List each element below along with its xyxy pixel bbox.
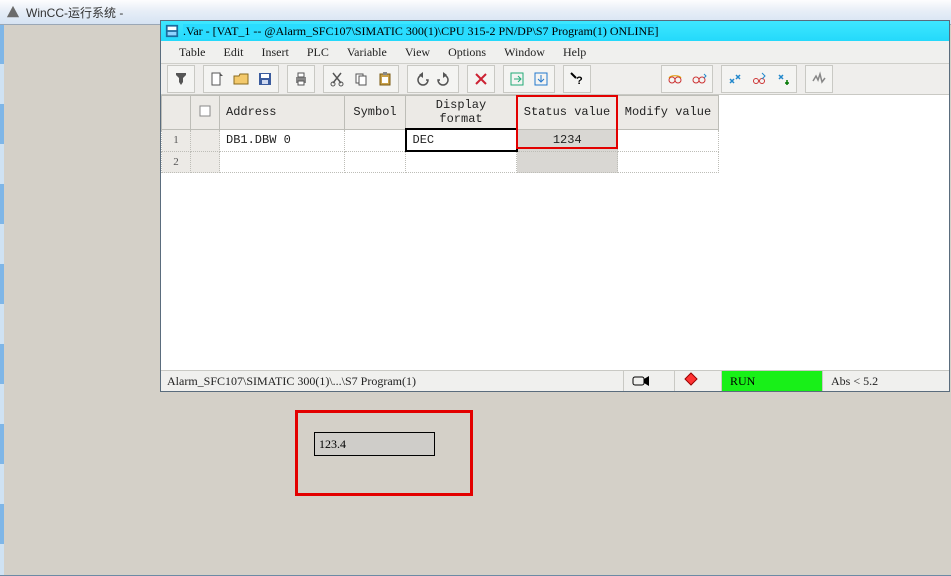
cell-modify-value[interactable] (618, 129, 719, 151)
header-symbol[interactable]: Symbol (345, 96, 406, 130)
header-status-value[interactable]: Status value (517, 96, 618, 130)
var-app-icon (165, 24, 179, 38)
variable-table-area: Address Symbol Display format Status val… (161, 95, 949, 173)
delete-icon[interactable] (469, 67, 493, 91)
wincc-title-text: WinCC-运行系统 - (26, 4, 123, 21)
menu-variable[interactable]: Variable (339, 43, 395, 62)
statusbar-run: RUN (721, 371, 822, 391)
activate-modify-icon[interactable] (771, 67, 795, 91)
header-display-format[interactable]: Display format (406, 96, 517, 130)
statusbar-path: Alarm_SFC107\SIMATIC 300(1)\...\S7 Progr… (161, 374, 416, 389)
var-window: .Var - [VAT_1 -- @Alarm_SFC107\SIMATIC 3… (160, 20, 950, 392)
header-address[interactable]: Address (220, 96, 345, 130)
row-marker (191, 151, 220, 173)
toolbar: ? (161, 64, 949, 95)
save-icon[interactable] (253, 67, 277, 91)
table-row[interactable]: 1 DB1.DBW 0 DEC 1234 (162, 129, 719, 151)
redo-icon[interactable] (433, 67, 457, 91)
row-marker (191, 129, 220, 151)
cell-address[interactable] (220, 151, 345, 173)
menu-help[interactable]: Help (555, 43, 594, 62)
marker-column (191, 96, 220, 130)
wincc-app-icon (6, 5, 20, 19)
variable-table[interactable]: Address Symbol Display format Status val… (161, 95, 719, 173)
statusbar-force-icon (674, 371, 721, 391)
header-modify-value[interactable]: Modify value (618, 96, 719, 130)
pin-icon[interactable] (169, 67, 193, 91)
statusbar: Alarm_SFC107\SIMATIC 300(1)\...\S7 Progr… (161, 370, 949, 391)
io-field-value: 123.4 (319, 437, 346, 452)
undo-icon[interactable] (409, 67, 433, 91)
row-number: 2 (162, 151, 191, 173)
cell-status-value[interactable] (517, 151, 618, 173)
menubar: Table Edit Insert PLC Variable View Opti… (161, 41, 949, 64)
print-icon[interactable] (289, 67, 313, 91)
row-number: 1 (162, 129, 191, 151)
table-row[interactable]: 2 (162, 151, 719, 173)
goto-icon[interactable] (505, 67, 529, 91)
cut-icon[interactable] (325, 67, 349, 91)
menu-plc[interactable]: PLC (299, 43, 337, 62)
help-icon[interactable]: ? (565, 67, 589, 91)
cell-display-format[interactable] (406, 151, 517, 173)
cell-modify-value[interactable] (618, 151, 719, 173)
var-titlebar[interactable]: .Var - [VAT_1 -- @Alarm_SFC107\SIMATIC 3… (161, 21, 949, 41)
monitor-icon[interactable] (663, 67, 687, 91)
statusbar-connection-icon (623, 371, 674, 391)
modify-icon[interactable] (723, 67, 747, 91)
trigger-icon[interactable] (807, 67, 831, 91)
io-field[interactable]: 123.4 (314, 432, 435, 456)
corner-cell (162, 96, 191, 130)
download-icon[interactable] (529, 67, 553, 91)
open-icon[interactable] (229, 67, 253, 91)
menu-edit[interactable]: Edit (215, 43, 251, 62)
cell-symbol[interactable] (345, 129, 406, 151)
copy-icon[interactable] (349, 67, 373, 91)
monitor-once-icon[interactable] (687, 67, 711, 91)
left-edge-decoration (0, 24, 4, 575)
menu-view[interactable]: View (397, 43, 438, 62)
cell-display-format[interactable]: DEC (406, 129, 517, 151)
menu-insert[interactable]: Insert (253, 43, 296, 62)
paste-icon[interactable] (373, 67, 397, 91)
cell-address[interactable]: DB1.DBW 0 (220, 129, 345, 151)
modify-monitor-icon[interactable] (747, 67, 771, 91)
menu-options[interactable]: Options (440, 43, 494, 62)
var-title-text: .Var - [VAT_1 -- @Alarm_SFC107\SIMATIC 3… (183, 24, 658, 39)
cell-symbol[interactable] (345, 151, 406, 173)
cell-status-value[interactable]: 1234 (517, 129, 618, 151)
statusbar-abs: Abs < 5.2 (822, 371, 949, 391)
svg-text:?: ? (576, 75, 583, 87)
new-icon[interactable] (205, 67, 229, 91)
menu-window[interactable]: Window (496, 43, 553, 62)
menu-table[interactable]: Table (171, 43, 213, 62)
